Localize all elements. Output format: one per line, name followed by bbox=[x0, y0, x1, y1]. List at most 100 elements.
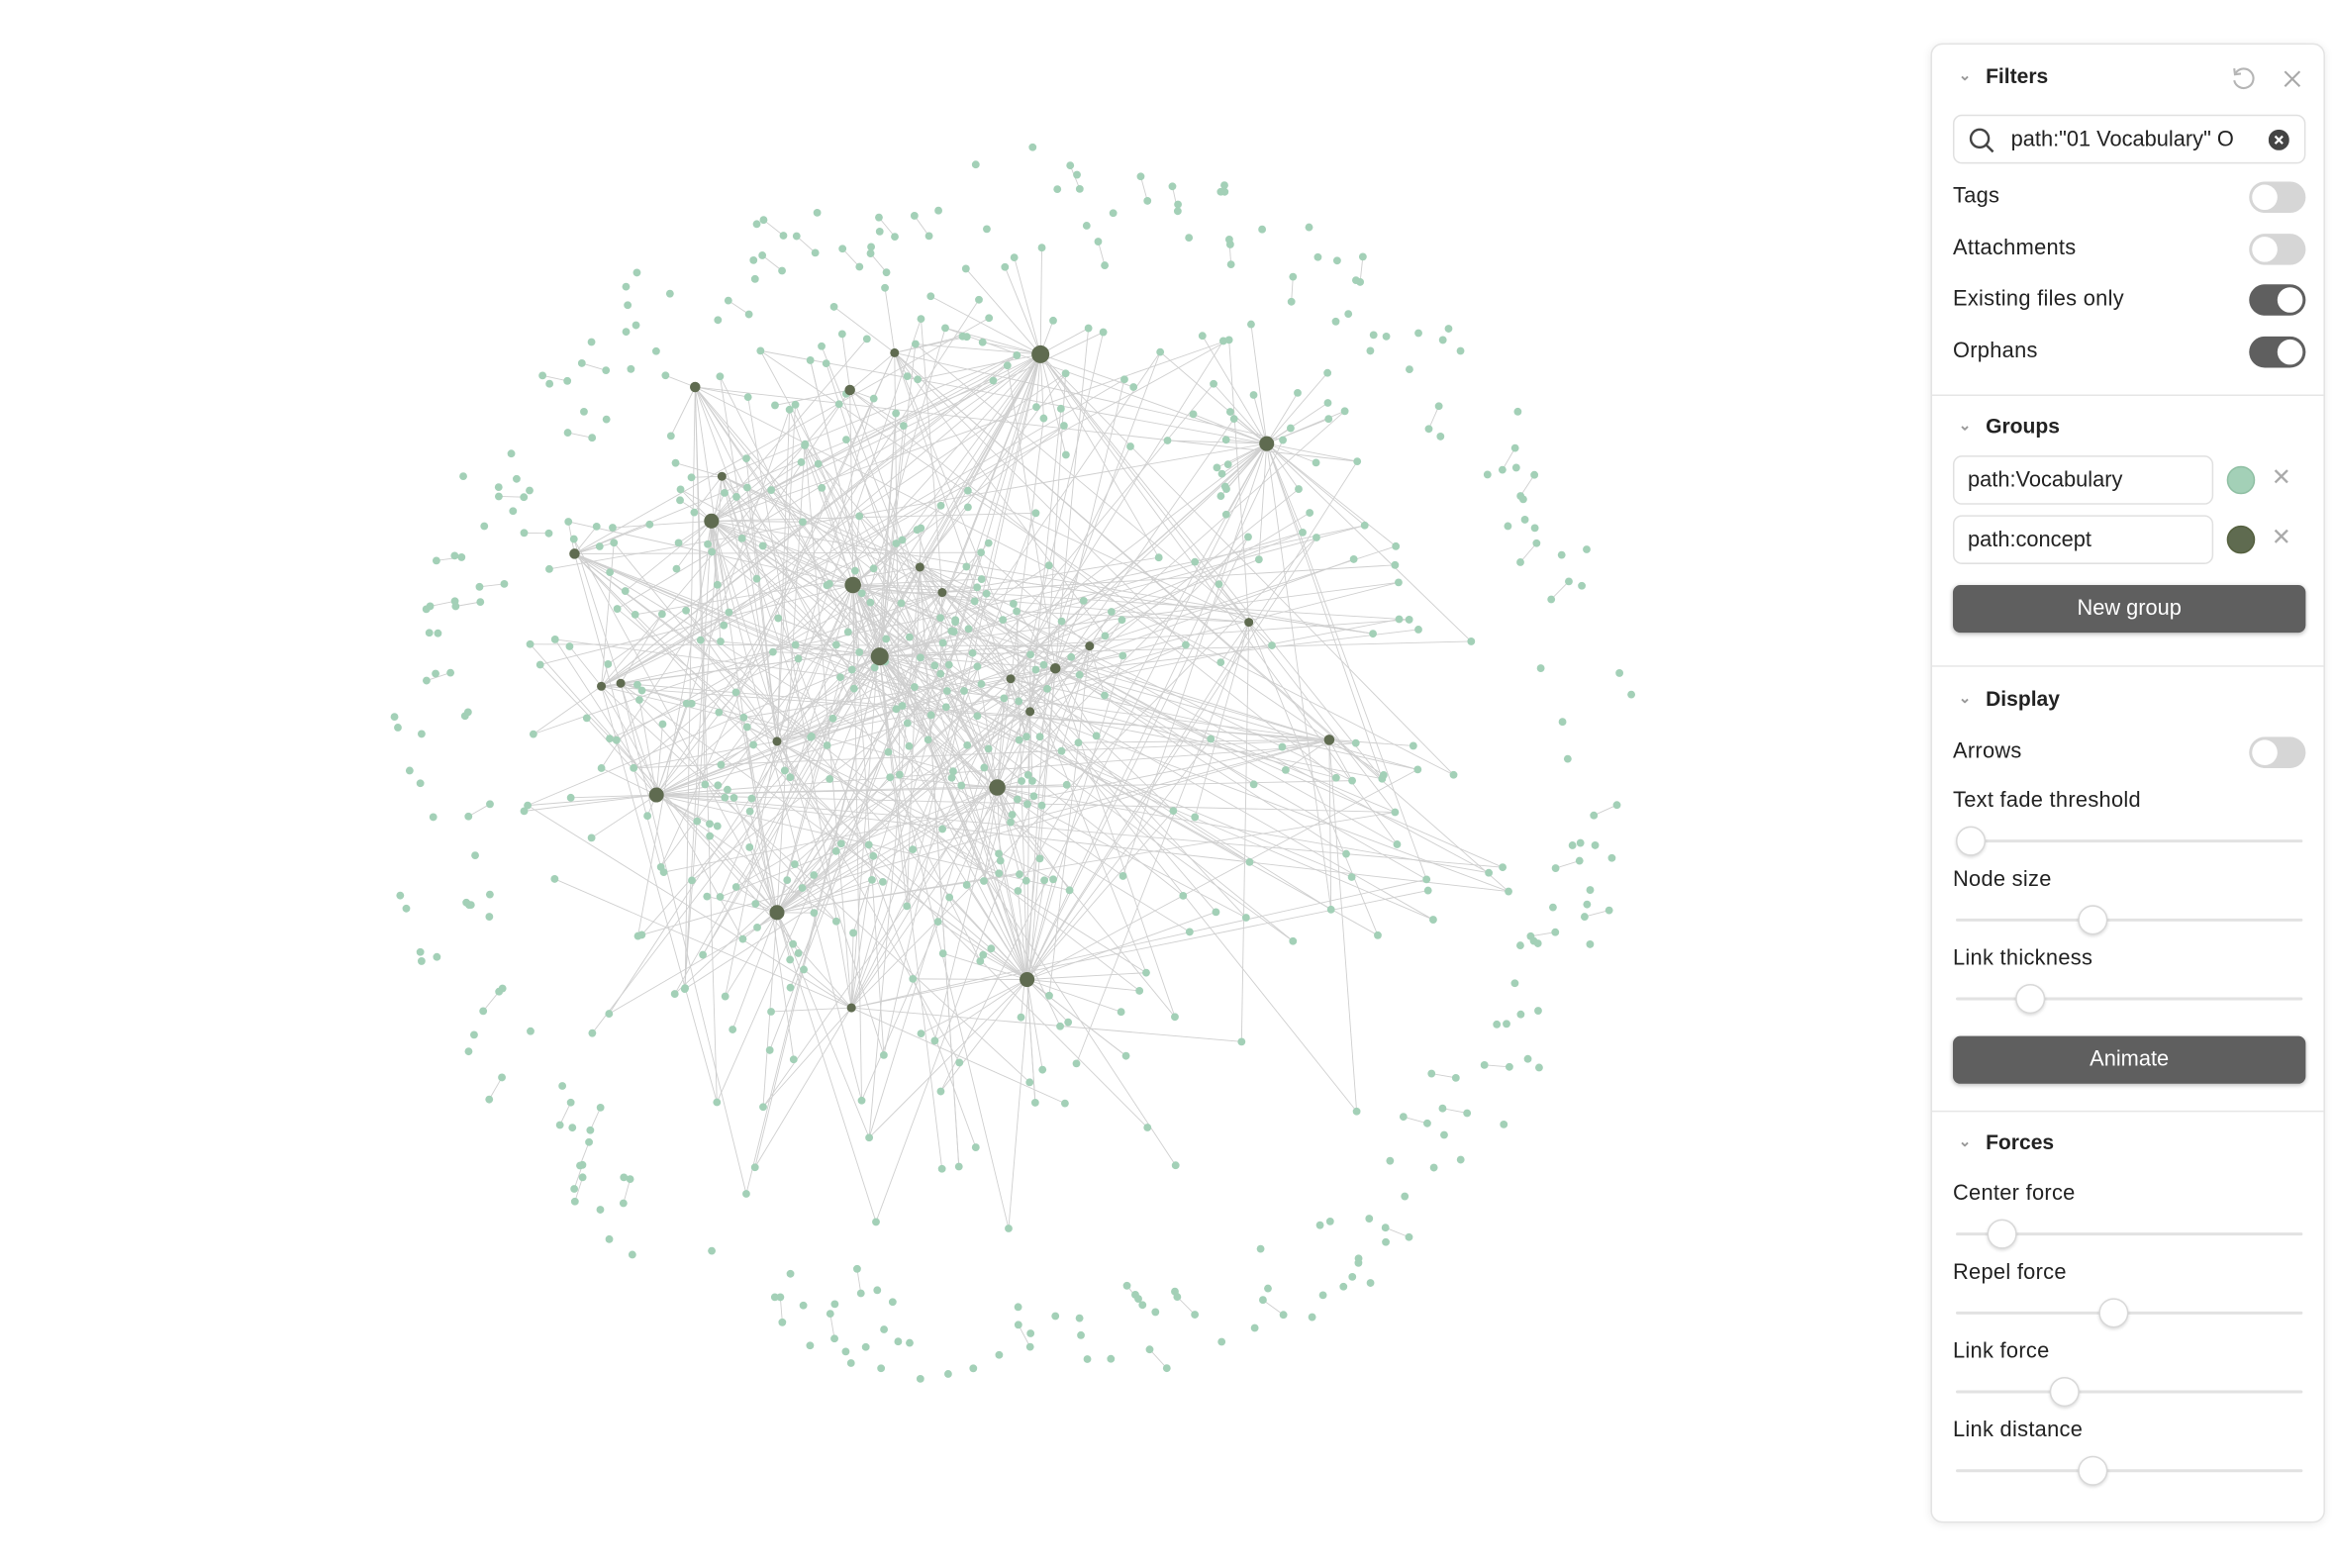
graph-node-vocabulary[interactable] bbox=[605, 1010, 614, 1018]
graph-node-vocabulary[interactable] bbox=[690, 508, 699, 517]
graph-node-vocabulary[interactable] bbox=[1122, 1281, 1131, 1290]
graph-node-vocabulary[interactable] bbox=[1523, 1054, 1532, 1063]
graph-node-vocabulary[interactable] bbox=[917, 315, 925, 324]
graph-node-vocabulary[interactable] bbox=[1391, 560, 1400, 569]
graph-node-vocabulary[interactable] bbox=[485, 913, 494, 921]
graph-node-vocabulary[interactable] bbox=[905, 741, 914, 750]
graph-node-vocabulary[interactable] bbox=[1028, 777, 1036, 785]
graph-node-vocabulary[interactable] bbox=[1549, 903, 1557, 912]
graph-node-vocabulary[interactable] bbox=[624, 301, 632, 310]
graph-node-vocabulary[interactable] bbox=[818, 342, 826, 350]
slider-handle[interactable] bbox=[2098, 1298, 2129, 1328]
graph-node-vocabulary[interactable] bbox=[570, 1185, 579, 1193]
graph-node-vocabulary[interactable] bbox=[1040, 876, 1049, 885]
graph-node-vocabulary[interactable] bbox=[613, 605, 622, 613]
graph-node-vocabulary[interactable] bbox=[1605, 906, 1613, 915]
search-input[interactable]: path:"01 Vocabulary" O bbox=[1952, 114, 2306, 164]
graph-node-vocabulary[interactable] bbox=[888, 1298, 897, 1307]
graph-node-vocabulary[interactable] bbox=[1279, 1311, 1288, 1320]
graph-node-vocabulary[interactable] bbox=[578, 1173, 587, 1182]
graph-node-vocabulary[interactable] bbox=[903, 902, 912, 911]
graph-node-vocabulary[interactable] bbox=[676, 496, 684, 505]
graph-node-vocabulary[interactable] bbox=[1374, 931, 1382, 939]
graph-node-vocabulary[interactable] bbox=[423, 676, 431, 685]
graph-node-vocabulary[interactable] bbox=[971, 160, 980, 169]
graph-node-vocabulary[interactable] bbox=[951, 616, 960, 625]
forces-header[interactable]: ⌄ Forces bbox=[1956, 1129, 2054, 1153]
graph-node-vocabulary[interactable] bbox=[1348, 776, 1356, 785]
graph-node-vocabulary[interactable] bbox=[1500, 1120, 1508, 1128]
graph-node-vocabulary[interactable] bbox=[752, 220, 761, 229]
graph-node-vocabulary[interactable] bbox=[899, 422, 908, 431]
graph-node-concept[interactable] bbox=[772, 736, 782, 746]
graph-node-vocabulary[interactable] bbox=[627, 364, 635, 373]
graph-node-vocabulary[interactable] bbox=[520, 529, 529, 538]
graph-node-vocabulary[interactable] bbox=[1612, 801, 1621, 810]
graph-node-vocabulary[interactable] bbox=[626, 1175, 634, 1184]
graph-node-vocabulary[interactable] bbox=[1039, 414, 1048, 423]
graph-node-vocabulary[interactable] bbox=[1342, 849, 1350, 858]
graph-node-vocabulary[interactable] bbox=[984, 539, 993, 547]
graph-node-vocabulary[interactable] bbox=[582, 714, 591, 723]
graph-node-vocabulary[interactable] bbox=[1229, 415, 1238, 424]
graph-node-vocabulary[interactable] bbox=[1049, 875, 1057, 884]
graph-node-vocabulary[interactable] bbox=[964, 625, 973, 634]
graph-node-vocabulary[interactable] bbox=[822, 359, 830, 368]
graph-node-vocabulary[interactable] bbox=[405, 766, 414, 775]
graph-node-concept[interactable] bbox=[1085, 641, 1095, 651]
graph-node-vocabulary[interactable] bbox=[954, 1162, 963, 1171]
graph-node-vocabulary[interactable] bbox=[643, 812, 652, 821]
graph-node-vocabulary[interactable] bbox=[1107, 1354, 1116, 1363]
graph-node-vocabulary[interactable] bbox=[457, 553, 466, 561]
graph-node-vocabulary[interactable] bbox=[494, 492, 503, 501]
graph-node-vocabulary[interactable] bbox=[978, 338, 987, 346]
graph-node-vocabulary[interactable] bbox=[936, 501, 945, 510]
graph-node-vocabulary[interactable] bbox=[891, 233, 899, 242]
graph-node-vocabulary[interactable] bbox=[1575, 856, 1584, 865]
graph-node-vocabulary[interactable] bbox=[1438, 1104, 1447, 1113]
graph-node-vocabulary[interactable] bbox=[857, 1096, 866, 1105]
graph-node-vocabulary[interactable] bbox=[794, 654, 803, 663]
graph-node-vocabulary[interactable] bbox=[745, 807, 754, 816]
graph-node-vocabulary[interactable] bbox=[1075, 184, 1084, 193]
graph-node-vocabulary[interactable] bbox=[715, 708, 724, 717]
graph-node-vocabulary[interactable] bbox=[1429, 916, 1437, 924]
graph-node-vocabulary[interactable] bbox=[1129, 383, 1138, 391]
graph-node-vocabulary[interactable] bbox=[721, 489, 729, 497]
graph-node-vocabulary[interactable] bbox=[938, 825, 947, 833]
graph-node-vocabulary[interactable] bbox=[1198, 332, 1207, 341]
graph-node-vocabulary[interactable] bbox=[520, 493, 529, 502]
graph-node-vocabulary[interactable] bbox=[717, 760, 726, 769]
graph-node-vocabulary[interactable] bbox=[1037, 801, 1046, 810]
slider[interactable] bbox=[1955, 1219, 2303, 1249]
graph-node-vocabulary[interactable] bbox=[786, 983, 795, 992]
graph-node-vocabulary[interactable] bbox=[1191, 557, 1200, 566]
graph-node-vocabulary[interactable] bbox=[1008, 811, 1017, 819]
graph-node-vocabulary[interactable] bbox=[1299, 528, 1307, 537]
graph-node-vocabulary[interactable] bbox=[797, 458, 806, 466]
filters-header[interactable]: ⌄ Filters bbox=[1956, 64, 2049, 88]
graph-node-vocabulary[interactable] bbox=[714, 781, 723, 790]
graph-node-vocabulary[interactable] bbox=[882, 268, 891, 277]
graph-node-vocabulary[interactable] bbox=[1499, 863, 1507, 872]
graph-node-vocabulary[interactable] bbox=[612, 735, 621, 744]
graph-node-vocabulary[interactable] bbox=[696, 636, 705, 644]
graph-node-vocabulary[interactable] bbox=[1171, 1013, 1179, 1022]
graph-node-vocabulary[interactable] bbox=[1221, 510, 1230, 519]
graph-node-vocabulary[interactable] bbox=[897, 599, 906, 608]
graph-node-vocabulary[interactable] bbox=[829, 302, 838, 311]
graph-node-vocabulary[interactable] bbox=[529, 730, 537, 738]
graph-node-vocabulary[interactable] bbox=[674, 539, 683, 547]
graph-node-vocabulary[interactable] bbox=[1395, 578, 1403, 587]
graph-node-vocabulary[interactable] bbox=[471, 851, 479, 860]
graph-node-vocabulary[interactable] bbox=[742, 454, 750, 463]
graph-node-vocabulary[interactable] bbox=[1064, 1018, 1073, 1027]
graph-node-vocabulary[interactable] bbox=[604, 659, 613, 668]
graph-node-vocabulary[interactable] bbox=[434, 629, 442, 637]
graph-node-vocabulary[interactable] bbox=[1401, 1192, 1410, 1201]
graph-node-vocabulary[interactable] bbox=[778, 266, 786, 275]
graph-node-vocabulary[interactable] bbox=[1369, 331, 1378, 340]
graph-node-vocabulary[interactable] bbox=[774, 614, 783, 623]
graph-node-vocabulary[interactable] bbox=[485, 890, 494, 899]
graph-node-vocabulary[interactable] bbox=[1565, 577, 1573, 586]
